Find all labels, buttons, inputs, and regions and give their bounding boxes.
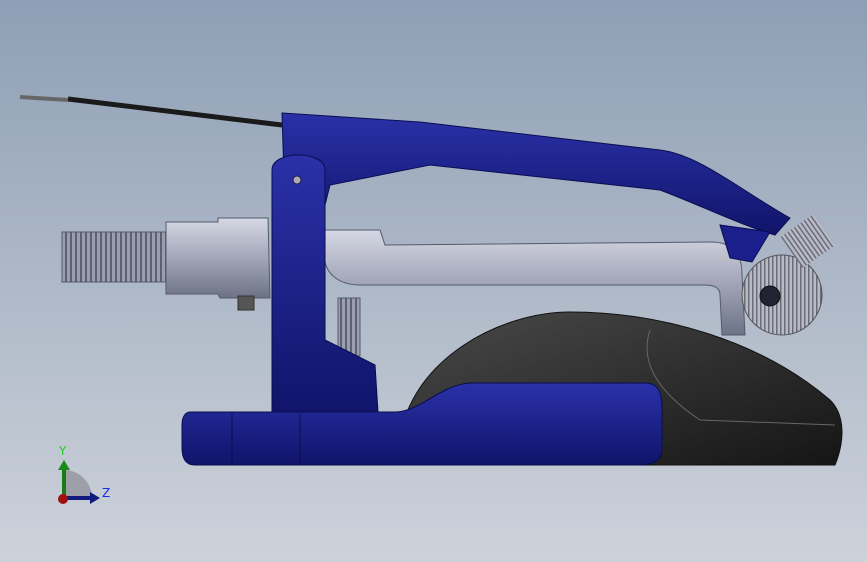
- x-axis-dot: [58, 494, 68, 504]
- knob-screw: [237, 295, 255, 311]
- pivot-pin: [292, 175, 302, 185]
- y-axis-label: Y: [58, 444, 67, 458]
- threaded-rod: [61, 231, 167, 283]
- gear-hub: [759, 285, 781, 307]
- spring: [337, 297, 361, 357]
- gear-wheel: [741, 254, 823, 336]
- cad-viewport[interactable]: Y Z: [0, 0, 867, 562]
- z-axis-label: Z: [102, 486, 110, 500]
- adjust-knob: [165, 217, 271, 299]
